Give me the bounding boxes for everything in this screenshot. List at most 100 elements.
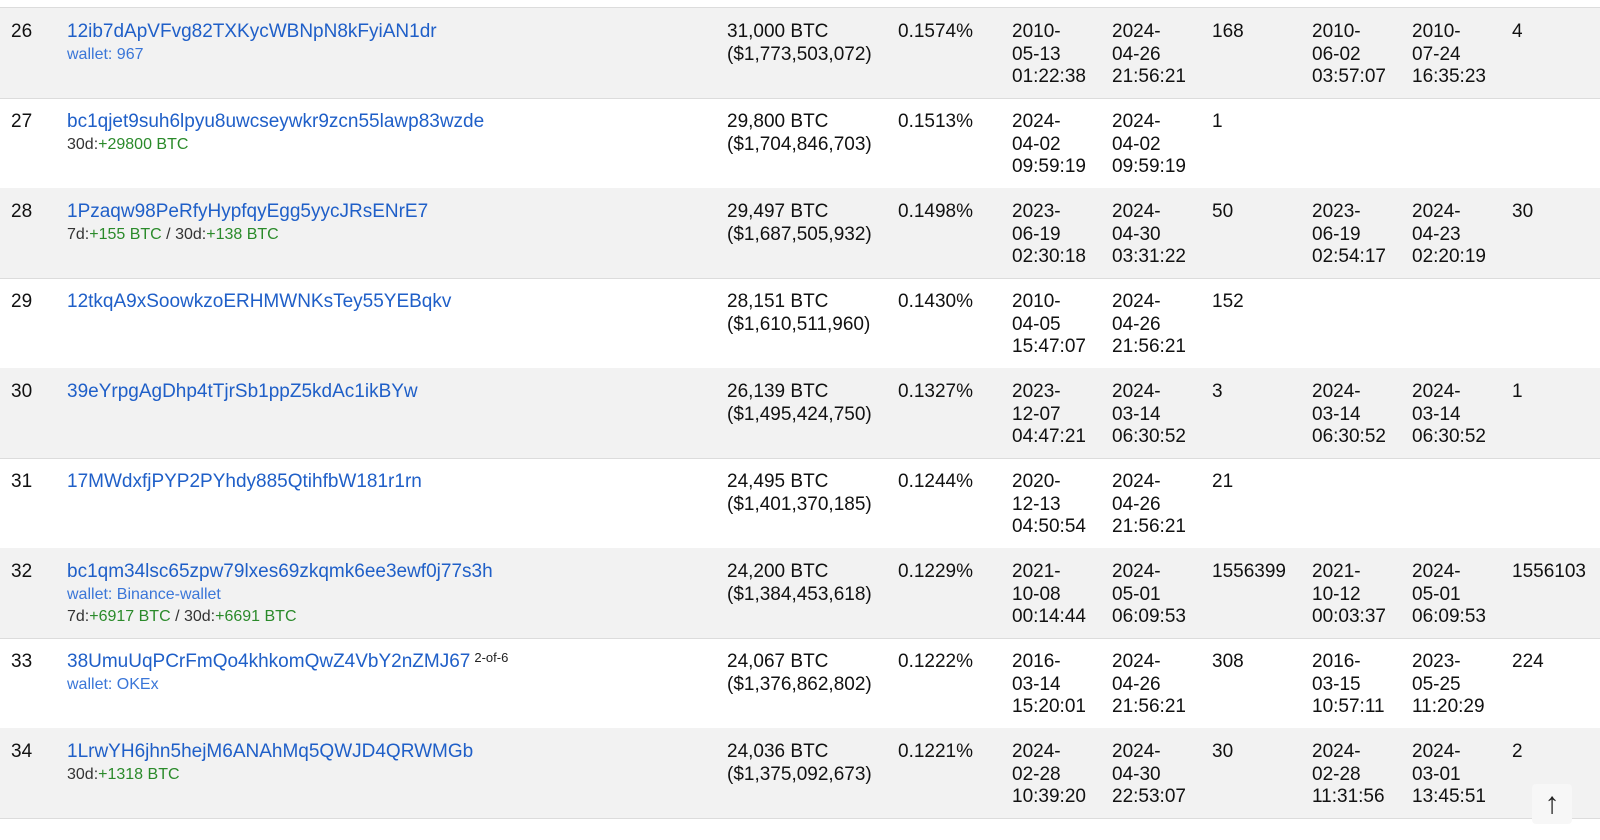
address-link[interactable]: 12tkqA9xSoowkzoERHMWNKsTey55YEBqkv — [67, 291, 451, 312]
date-part: 22:53:07 — [1112, 786, 1186, 807]
table-row: 31 17MWdxfjPYP2PYhdy885QtihfbW181r1rn 24,4… — [0, 458, 1600, 549]
outs-cell: 224 — [1512, 651, 1544, 674]
date-part: 2023- — [1012, 381, 1061, 402]
scroll-to-top-button[interactable]: ↑ — [1532, 784, 1572, 824]
balance-btc: 31,000 BTC — [727, 21, 829, 42]
address-link[interactable]: bc1qm34lsc65zpw79lxes69zkqmk6ee3ewf0j77s… — [67, 561, 493, 582]
arrow-up-icon: ↑ — [1544, 787, 1560, 820]
balance-cell: 24,036 BTC ($1,375,092,673) — [727, 741, 872, 786]
ins-cell: 168 — [1212, 21, 1244, 44]
percent-cell: 0.1244% — [898, 471, 973, 494]
balance-cell: 24,495 BTC ($1,401,370,185) — [727, 471, 872, 516]
date-part: 2024- — [1112, 741, 1161, 762]
address-cell: 12ib7dApVFvg82TXKycWBNpN8kFyiAN1dr wallet… — [67, 21, 437, 66]
date-part: 04-02 — [1012, 133, 1061, 155]
last-out-cell: 2024- 05-01 06:09:53 — [1412, 561, 1486, 629]
date-part: 16:35:23 — [1412, 66, 1486, 87]
date-part: 2024- — [1112, 201, 1161, 222]
date-part: 2024- — [1112, 381, 1161, 402]
address-link[interactable]: 17MWdxfjPYP2PYhdy885QtihfbW181r1rn — [67, 471, 422, 492]
table-row: 27 bc1qjet9suh6lpyu8uwcseywkr9zcn55lawp83… — [0, 98, 1600, 189]
rank-cell: 34 — [11, 741, 32, 764]
balance-btc: 24,200 BTC — [727, 561, 829, 582]
date-part: 05-25 — [1412, 673, 1461, 695]
date-part: 06:30:52 — [1412, 426, 1486, 447]
date-part: 2024- — [1312, 741, 1361, 762]
address-cell: 12tkqA9xSoowkzoERHMWNKsTey55YEBqkv — [67, 291, 451, 314]
table-row: 29 12tkqA9xSoowkzoERHMWNKsTey55YEBqkv 28,1… — [0, 278, 1600, 369]
date-part: 02:20:19 — [1412, 246, 1486, 267]
date-part: 21:56:21 — [1112, 66, 1186, 87]
date-part: 2024- — [1012, 111, 1061, 132]
balance-cell: 29,497 BTC ($1,687,505,932) — [727, 201, 872, 246]
date-part: 06:30:52 — [1112, 426, 1186, 447]
percent-of-coins: 0.1430% — [898, 291, 974, 312]
change-period: 30d: — [175, 225, 207, 243]
balance-usd: ($1,384,453,618) — [727, 583, 872, 605]
date-part: 09:59:19 — [1112, 156, 1186, 177]
rank-cell: 31 — [11, 471, 32, 494]
date-part: 04-26 — [1112, 313, 1161, 335]
outs-count: 4 — [1512, 21, 1523, 42]
wallet-link[interactable]: wallet: OKEx — [67, 676, 159, 693]
date-part: 2023- — [1012, 201, 1061, 222]
first-out-cell: 2024- 03-14 06:30:52 — [1312, 381, 1386, 449]
date-part: 04-02 — [1112, 133, 1161, 155]
percent-cell: 0.1574% — [898, 21, 973, 44]
address-link[interactable]: 12ib7dApVFvg82TXKycWBNpN8kFyiAN1dr — [67, 21, 437, 42]
rank-number: 30 — [11, 381, 33, 402]
wallet-line: wallet: OKEx — [67, 674, 508, 696]
rank-cell: 30 — [11, 381, 32, 404]
address-link[interactable]: bc1qjet9suh6lpyu8uwcseywkr9zcn55lawp83wz… — [67, 111, 484, 132]
address-line: 39eYrpgAgDhp4tTjrSb1ppZ5kdAc1ikBYw — [67, 381, 418, 404]
rank-number: 33 — [11, 651, 33, 672]
address-line: 1Pzaqw98PeRfyHypfqyEgg5yycJRsENrE7 — [67, 201, 428, 224]
address-link[interactable]: 38UmuUqPCrFmQo4khkomQwZ4VbY2nZMJ67 — [67, 651, 470, 672]
last-out-cell: 2024- 04-23 02:20:19 — [1412, 201, 1486, 269]
percent-of-coins: 0.1574% — [898, 21, 974, 42]
wallet-link[interactable]: wallet: 967 — [67, 46, 144, 63]
change-value: +138 BTC — [206, 225, 279, 243]
address-cell: 38UmuUqPCrFmQo4khkomQwZ4VbY2nZMJ67 2-of-6… — [67, 650, 508, 696]
address-link[interactable]: 39eYrpgAgDhp4tTjrSb1ppZ5kdAc1ikBYw — [67, 381, 418, 402]
address-link[interactable]: 1Pzaqw98PeRfyHypfqyEgg5yycJRsENrE7 — [67, 201, 428, 222]
change-value: +6691 BTC — [215, 607, 297, 625]
ins-count: 1556399 — [1212, 561, 1286, 582]
ins-cell: 3 — [1212, 381, 1223, 404]
address-cell: 1LrwYH6jhn5hejM6ANAhMq5QWJD4QRWMGb 30d:+1… — [67, 741, 473, 786]
wallet-link[interactable]: wallet: Binance-wallet — [67, 586, 221, 603]
percent-cell: 0.1229% — [898, 561, 973, 584]
date-part: 10:39:20 — [1012, 786, 1086, 807]
date-part: 2010- — [1412, 21, 1461, 42]
percent-cell: 0.1221% — [898, 741, 973, 764]
first-in-cell: 2021- 10-08 00:14:44 — [1012, 561, 1086, 629]
date-part: 06-19 — [1012, 223, 1061, 245]
date-part: 2016- — [1012, 651, 1061, 672]
ins-cell: 1 — [1212, 111, 1223, 134]
balance-change: 30d:+29800 BTC — [67, 134, 484, 156]
date-part: 2024- — [1312, 381, 1361, 402]
balance-cell: 24,200 BTC ($1,384,453,618) — [727, 561, 872, 606]
date-part: 2016- — [1312, 651, 1361, 672]
change-value: +155 BTC — [89, 225, 162, 243]
ins-count: 21 — [1212, 471, 1234, 492]
first-in-cell: 2024- 04-02 09:59:19 — [1012, 111, 1086, 179]
change-period: 30d: — [67, 135, 99, 153]
first-out-cell: 2021- 10-12 00:03:37 — [1312, 561, 1386, 629]
balance-usd: ($1,610,511,960) — [727, 313, 871, 335]
date-part: 2024- — [1112, 561, 1161, 582]
last-in-cell: 2024- 03-14 06:30:52 — [1112, 381, 1186, 449]
balance-btc: 24,067 BTC — [727, 651, 829, 672]
change-value: +6917 BTC — [89, 607, 171, 625]
percent-of-coins: 0.1221% — [898, 741, 974, 762]
balance-cell: 26,139 BTC ($1,495,424,750) — [727, 381, 872, 426]
balance-btc: 29,497 BTC — [727, 201, 829, 222]
date-part: 2023- — [1412, 651, 1461, 672]
date-part: 12-07 — [1012, 403, 1061, 425]
date-part: 04-26 — [1112, 43, 1161, 65]
table-row: 34 1LrwYH6jhn5hejM6ANAhMq5QWJD4QRWMGb 30d:… — [0, 728, 1600, 819]
outs-cell: 2 — [1512, 741, 1523, 764]
date-part: 02:54:17 — [1312, 246, 1386, 267]
address-link[interactable]: 1LrwYH6jhn5hejM6ANAhMq5QWJD4QRWMGb — [67, 741, 473, 762]
balance-btc: 24,036 BTC — [727, 741, 829, 762]
